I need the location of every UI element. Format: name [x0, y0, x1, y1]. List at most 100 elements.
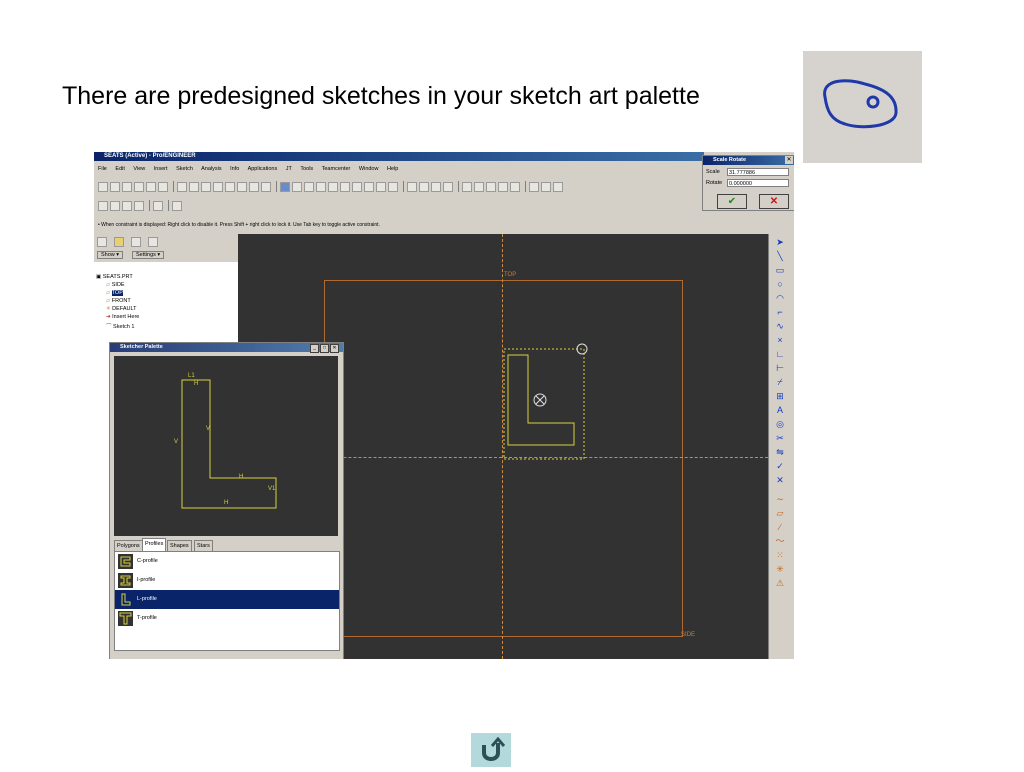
- spline-icon[interactable]: ∿: [774, 321, 786, 332]
- accept-button[interactable]: ✔: [717, 194, 747, 209]
- show-menu[interactable]: Show ▾: [97, 251, 124, 259]
- help-icon[interactable]: [172, 200, 182, 211]
- settings-menu[interactable]: Settings ▾: [132, 251, 165, 259]
- scale-input[interactable]: 31.777886: [727, 168, 789, 176]
- view-manager-icon[interactable]: [388, 181, 398, 192]
- menu-applications[interactable]: Applications: [248, 166, 278, 172]
- paste-special-icon[interactable]: [237, 181, 247, 192]
- annotations-icon[interactable]: [510, 181, 520, 192]
- select-arrow-icon[interactable]: ➤: [774, 237, 786, 248]
- cut-icon[interactable]: [201, 181, 211, 192]
- menu-view[interactable]: View: [133, 166, 145, 172]
- new-icon[interactable]: [98, 181, 108, 192]
- tab-profiles[interactable]: Profiles: [142, 538, 167, 552]
- tree-item-top[interactable]: ▱ TOP: [106, 290, 123, 296]
- paste-icon[interactable]: [225, 181, 235, 192]
- menu-analysis[interactable]: Analysis: [201, 166, 221, 172]
- mirror-icon[interactable]: [249, 181, 259, 192]
- menu-file[interactable]: File: [98, 166, 107, 172]
- analysis-tool-icon[interactable]: [153, 200, 163, 211]
- find-icon[interactable]: [292, 181, 302, 192]
- mirror-tool-icon[interactable]: ⇋: [774, 447, 786, 458]
- minimize-icon[interactable]: _: [310, 344, 319, 353]
- datum-plane-side-icon[interactable]: ▱: [774, 508, 786, 519]
- text-icon[interactable]: A: [774, 405, 786, 416]
- datum-point-tool-icon[interactable]: [134, 200, 144, 211]
- coordinate-system-side-icon[interactable]: ✳: [774, 564, 786, 575]
- zoom-in-icon[interactable]: [316, 181, 326, 192]
- menu-help[interactable]: Help: [387, 166, 398, 172]
- datum-planes-icon[interactable]: [462, 181, 472, 192]
- wireframe-icon[interactable]: [407, 181, 417, 192]
- datum-axis-tool-icon[interactable]: [110, 200, 120, 211]
- menu-insert[interactable]: Insert: [154, 166, 168, 172]
- sketch-tool-icon[interactable]: [122, 200, 132, 211]
- no-hidden-icon[interactable]: [431, 181, 441, 192]
- shading-icon[interactable]: [443, 181, 453, 192]
- datum-axis-side-icon[interactable]: ∕: [774, 522, 786, 533]
- fillet-icon[interactable]: ⌐: [774, 307, 786, 318]
- sketched-curve-icon[interactable]: 〜: [774, 536, 786, 547]
- print-icon[interactable]: [134, 181, 144, 192]
- datum-point-side-icon[interactable]: ⁙: [774, 550, 786, 561]
- datum-points-icon[interactable]: [486, 181, 496, 192]
- tree-item-front[interactable]: ▱ FRONT: [106, 298, 131, 304]
- tree-item-side[interactable]: ▱ SIDE: [106, 282, 125, 288]
- list-item-c-profile[interactable]: C-profile: [115, 552, 339, 571]
- home-return-icon[interactable]: [471, 733, 511, 767]
- rectangle-icon[interactable]: ▭: [774, 265, 786, 276]
- trim-icon[interactable]: ✂: [774, 433, 786, 444]
- tree-item-default[interactable]: ✳ DEFAULT: [106, 306, 137, 312]
- maximize-icon[interactable]: □: [320, 344, 329, 353]
- zoom-out-icon[interactable]: [328, 181, 338, 192]
- constraint-icon[interactable]: ⊞: [774, 391, 786, 402]
- menu-sketch[interactable]: Sketch: [176, 166, 193, 172]
- datum-curve-icon[interactable]: ∼: [774, 494, 786, 505]
- dimension-display-icon[interactable]: [541, 181, 551, 192]
- email-icon[interactable]: [146, 181, 156, 192]
- done-icon[interactable]: ✓: [774, 461, 786, 472]
- menu-jt[interactable]: JT: [286, 166, 292, 172]
- list-item-l-profile[interactable]: L-profile: [115, 590, 339, 609]
- layers-icon[interactable]: [376, 181, 386, 192]
- orient-icon[interactable]: [352, 181, 362, 192]
- save-icon[interactable]: [122, 181, 132, 192]
- quit-icon[interactable]: ✕: [774, 475, 786, 486]
- sketch-display-icon[interactable]: [529, 181, 539, 192]
- tree-item-sketch1[interactable]: ⌒ Sketch 1: [106, 322, 134, 330]
- saved-views-icon[interactable]: [364, 181, 374, 192]
- copy-icon[interactable]: [213, 181, 223, 192]
- datum-plane-tool-icon[interactable]: [98, 200, 108, 211]
- menu-tools[interactable]: Tools: [300, 166, 313, 172]
- cancel-button[interactable]: ✕: [759, 194, 789, 209]
- coordinate-systems-icon[interactable]: [498, 181, 508, 192]
- line-icon[interactable]: ╲: [774, 251, 786, 262]
- redo-icon[interactable]: [189, 181, 199, 192]
- close-icon[interactable]: ✕: [785, 156, 793, 164]
- close-palette-icon[interactable]: ✕: [330, 344, 339, 353]
- menu-teamcenter[interactable]: Teamcenter: [322, 166, 351, 172]
- point-icon[interactable]: ×: [774, 335, 786, 346]
- list-item-t-profile[interactable]: T-profile: [115, 609, 339, 628]
- folder-tab-icon[interactable]: [114, 237, 124, 247]
- open-icon[interactable]: [110, 181, 120, 192]
- menu-info[interactable]: Info: [230, 166, 239, 172]
- modify-icon[interactable]: ⌿: [774, 377, 786, 388]
- tree-item-insert-here[interactable]: ➔ Insert Here: [106, 314, 139, 320]
- hidden-line-icon[interactable]: [419, 181, 429, 192]
- circle-icon[interactable]: ○: [774, 279, 786, 290]
- refit-icon[interactable]: [340, 181, 350, 192]
- tree-item-part[interactable]: ▣ SEATS.PRT: [96, 274, 133, 280]
- dimension-icon[interactable]: ⊢: [774, 363, 786, 374]
- pdf-icon[interactable]: [158, 181, 168, 192]
- datum-axes-icon[interactable]: [474, 181, 484, 192]
- list-item-i-profile[interactable]: I-profile: [115, 571, 339, 590]
- menu-window[interactable]: Window: [359, 166, 379, 172]
- rotate-input[interactable]: 0.000000: [727, 179, 789, 187]
- model-tree-tab-icon[interactable]: [97, 237, 107, 247]
- palette-icon[interactable]: ◎: [774, 419, 786, 430]
- undo-icon[interactable]: [177, 181, 187, 192]
- history-tab-icon[interactable]: [148, 237, 158, 247]
- use-edge-icon[interactable]: ∟: [774, 349, 786, 360]
- repaint-icon[interactable]: [304, 181, 314, 192]
